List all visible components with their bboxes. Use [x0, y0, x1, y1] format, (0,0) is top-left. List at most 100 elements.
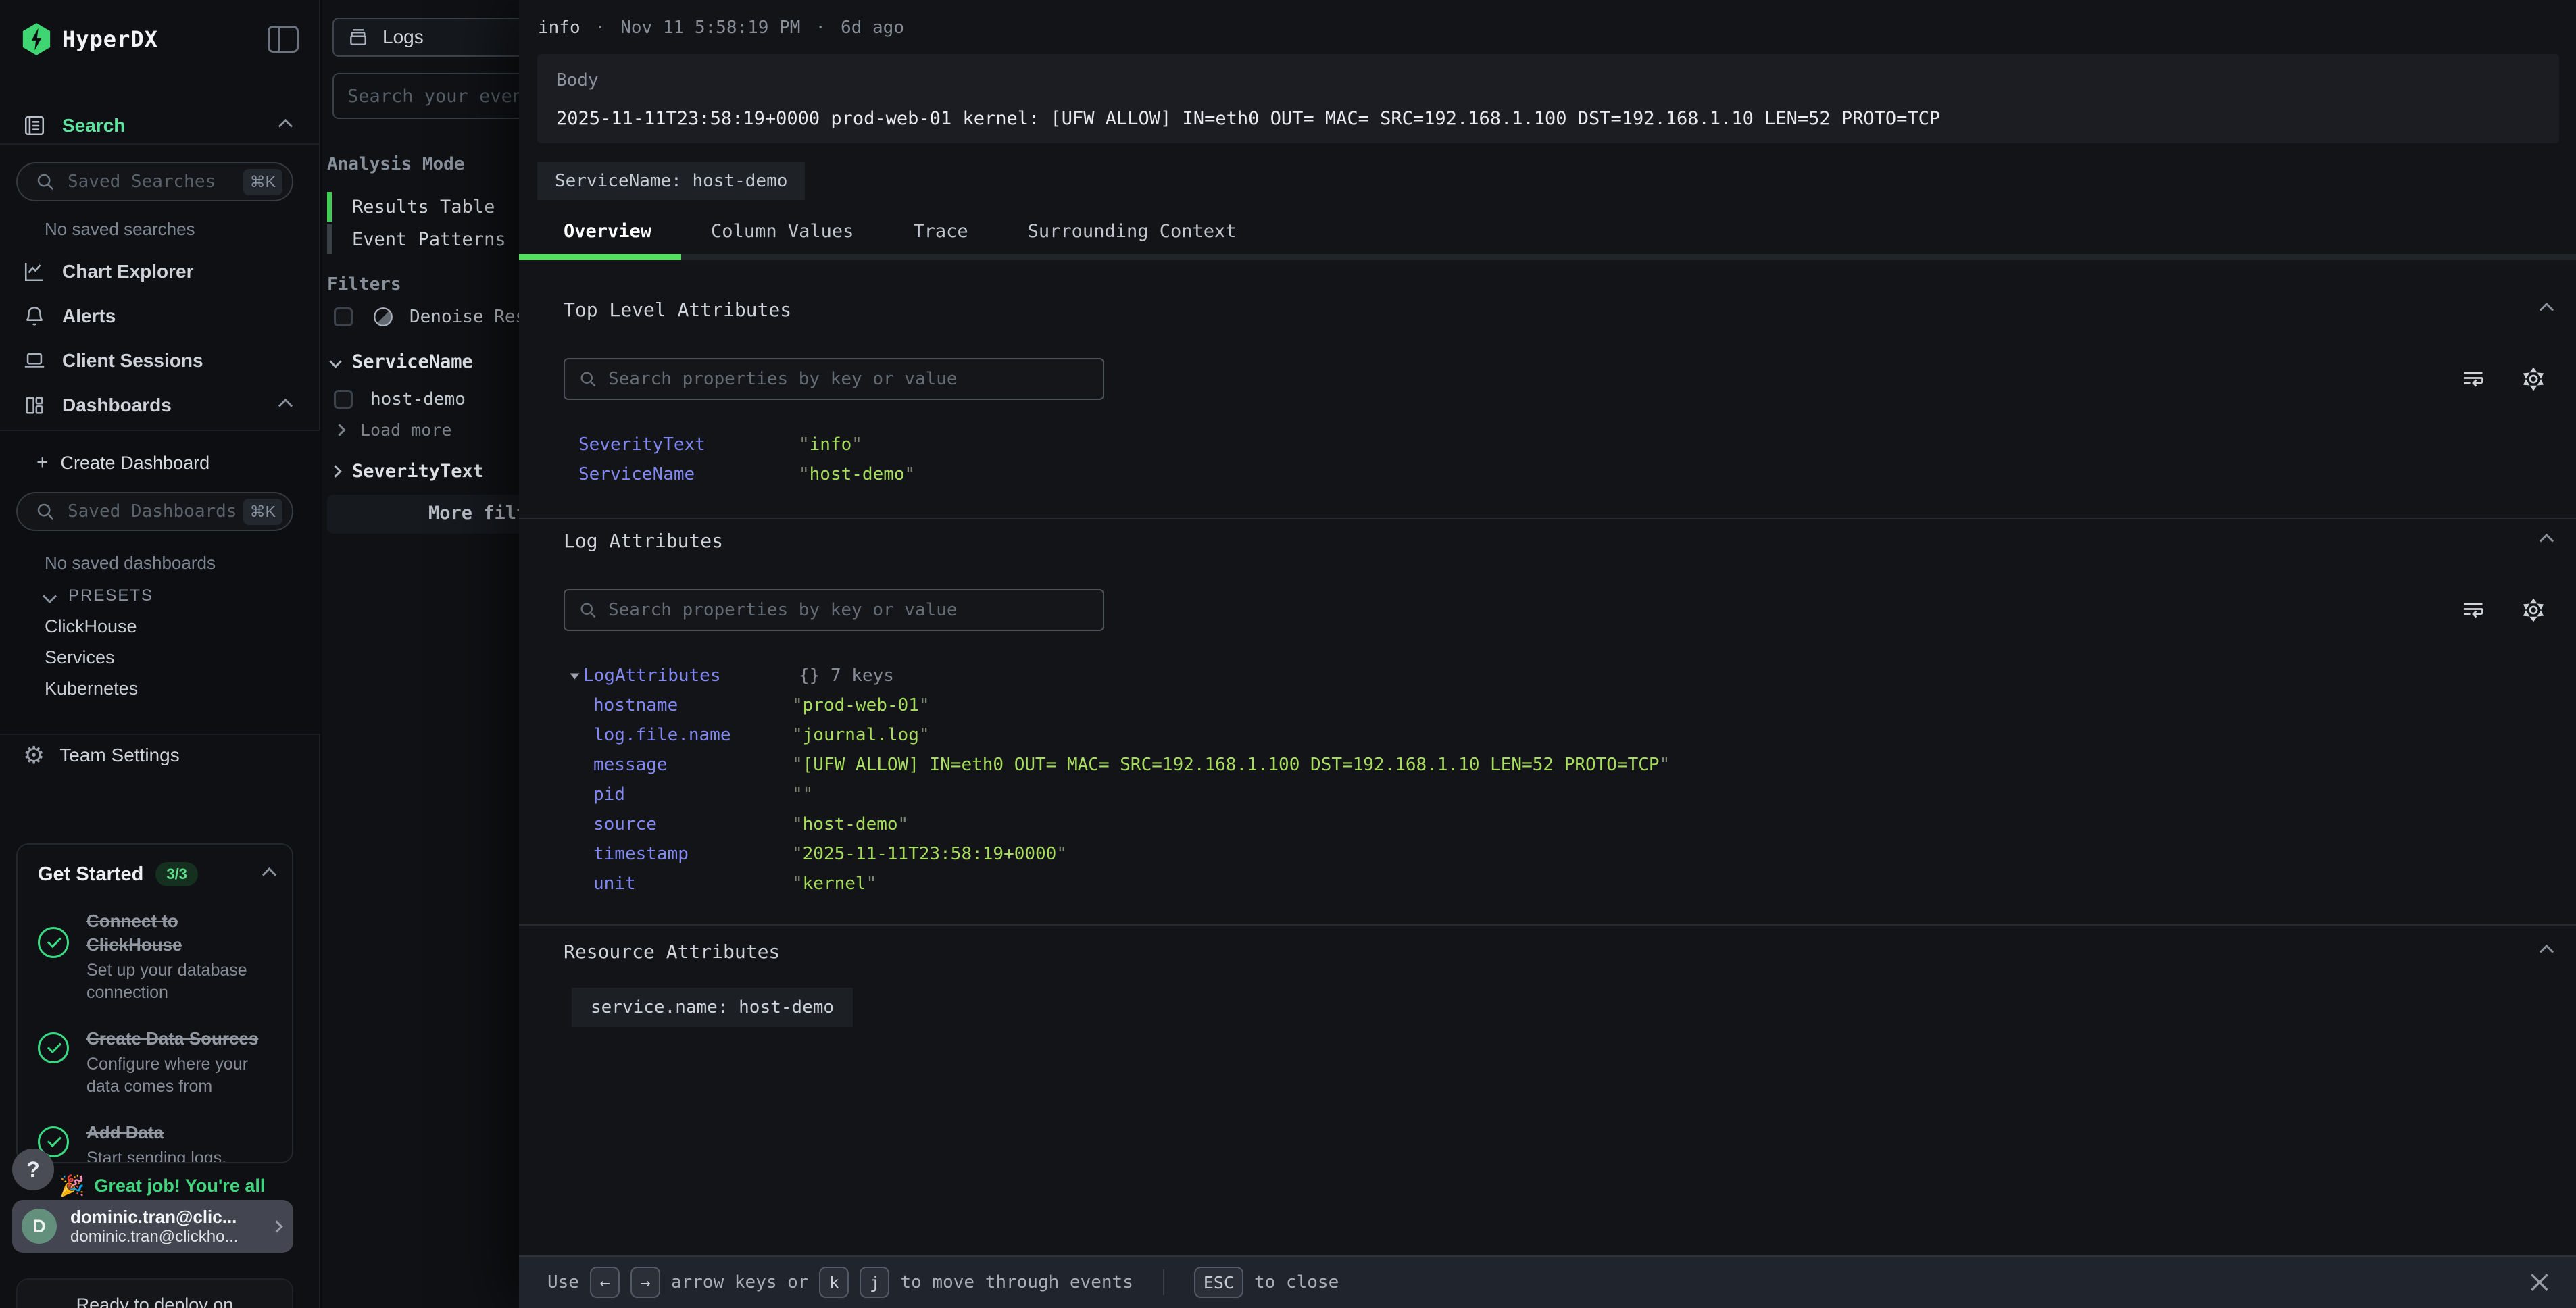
sidebar-item-alerts[interactable]: Alerts: [0, 297, 320, 335]
more-filters-button[interactable]: More filters: [327, 495, 519, 534]
chevron-right-icon: [270, 1220, 282, 1232]
saved-searches-placeholder: Saved Searches: [68, 172, 243, 192]
attribute-value[interactable]: 2025-11-11T23:58:19+0000: [792, 844, 1067, 864]
mode-event-patterns[interactable]: Event Patterns: [327, 223, 506, 255]
attribute-key[interactable]: timestamp: [572, 844, 792, 864]
team-settings-button[interactable]: ⚙ Team Settings: [23, 743, 180, 768]
saved-dashboards-placeholder: Saved Dashboards: [68, 501, 243, 522]
table-row: source host-demo: [572, 809, 2535, 839]
attribute-key[interactable]: SeverityText: [578, 434, 799, 455]
filters-panel: Logs Search your events Analysis Mode Re…: [322, 0, 519, 1308]
search-icon: [578, 370, 597, 388]
create-dashboard-button[interactable]: + Create Dashboard: [36, 451, 209, 474]
attribute-key[interactable]: ServiceName: [578, 464, 799, 484]
attribute-value[interactable]: host-demo: [792, 814, 908, 834]
get-started-item[interactable]: Connect to ClickHouse Set up your databa…: [38, 909, 274, 1004]
check-circle-icon: [38, 927, 69, 958]
chevron-up-icon[interactable]: [278, 398, 293, 412]
wrap-lines-icon[interactable]: [2461, 367, 2485, 391]
gear-icon[interactable]: [2521, 597, 2546, 623]
table-row: pid: [572, 780, 2535, 809]
service-name-tag[interactable]: ServiceName: host-demo: [537, 162, 805, 200]
caret-down-icon[interactable]: [570, 673, 580, 679]
saved-dashboards-input[interactable]: Saved Dashboards ⌘K: [16, 492, 293, 531]
property-search-input[interactable]: Search properties by key or value: [564, 358, 1104, 400]
gear-icon[interactable]: [2521, 366, 2546, 392]
load-more-row[interactable]: Load more: [335, 420, 451, 440]
property-search-input[interactable]: Search properties by key or value: [564, 589, 1104, 631]
shortcut-badge: ⌘K: [243, 169, 282, 195]
laptop-icon: [23, 349, 46, 372]
mode-label: Results Table: [352, 197, 495, 218]
separator: ·: [595, 18, 606, 38]
log-attributes-header: Log Attributes: [564, 530, 2552, 552]
preset-kubernetes[interactable]: Kubernetes: [45, 678, 138, 699]
saved-searches-input[interactable]: Saved Searches ⌘K: [16, 162, 293, 201]
mode-results-table[interactable]: Results Table: [327, 191, 495, 223]
event-timestamp: Nov 11 5:58:19 PM: [620, 18, 800, 38]
shortcut-badge: ⌘K: [243, 499, 282, 525]
deploy-banner[interactable]: Ready to deploy on: [16, 1278, 293, 1308]
get-started-item-title: Connect to ClickHouse: [86, 909, 274, 957]
source-selector-button[interactable]: Logs: [332, 18, 519, 57]
event-search-input[interactable]: Search your events: [332, 73, 519, 119]
sidebar-item-label: Dashboards: [62, 395, 172, 416]
close-icon[interactable]: [2526, 1269, 2553, 1296]
get-started-item[interactable]: Create Data Sources Configure where your…: [38, 1027, 274, 1098]
chevron-up-icon[interactable]: [278, 118, 293, 132]
sidebar-item-client-sessions[interactable]: Client Sessions: [0, 342, 320, 380]
hyperdx-logo-icon: [22, 23, 51, 55]
preset-clickhouse[interactable]: ClickHouse: [45, 616, 137, 637]
attribute-value[interactable]: prod-web-01: [792, 695, 930, 715]
attribute-key[interactable]: source: [572, 814, 792, 834]
attribute-key[interactable]: message: [572, 755, 792, 775]
attribute-key[interactable]: unit: [572, 874, 792, 894]
attribute-value[interactable]: host-demo: [799, 464, 915, 484]
tree-root-key[interactable]: LogAttributes: [572, 665, 799, 686]
event-search-placeholder: Search your events: [347, 86, 519, 107]
collapse-section-icon[interactable]: [2540, 303, 2554, 317]
tab-column-values[interactable]: Column Values: [681, 208, 883, 254]
sidebar-item-chart-explorer[interactable]: Chart Explorer: [0, 253, 320, 291]
get-started-item[interactable]: Add Data Start sending logs, metrics, or…: [38, 1121, 274, 1163]
log-attributes-table: LogAttributes {} 7 keys hostname prod-we…: [572, 661, 2535, 899]
table-row: unit kernel: [572, 869, 2535, 899]
chevron-up-icon[interactable]: [262, 867, 276, 881]
attribute-key[interactable]: pid: [572, 784, 792, 805]
tab-trace[interactable]: Trace: [883, 208, 997, 254]
chart-icon: [23, 260, 46, 283]
attribute-value[interactable]: kernel: [792, 874, 876, 894]
service-name-group[interactable]: ServiceName: [331, 351, 473, 372]
host-demo-checkbox[interactable]: [334, 390, 353, 409]
presets-toggle[interactable]: PRESETS: [45, 586, 153, 605]
attribute-key[interactable]: log.file.name: [572, 725, 792, 745]
tab-overview[interactable]: Overview: [519, 208, 681, 254]
sidebar-item-search[interactable]: Search: [0, 107, 320, 145]
top-level-attributes-table: SeverityText info ServiceName host-demo: [578, 430, 2535, 489]
logs-source-icon: [347, 26, 369, 48]
chevron-right-icon: [329, 465, 341, 477]
tree-root-meta: {} 7 keys: [799, 665, 894, 686]
help-button[interactable]: ?: [12, 1149, 54, 1190]
table-row: ServiceName host-demo: [578, 459, 2535, 489]
user-menu[interactable]: D dominic.tran@clic... dominic.tran@clic…: [12, 1200, 293, 1253]
attribute-value[interactable]: info: [799, 434, 862, 455]
sidebar-collapse-icon[interactable]: [268, 26, 299, 53]
tab-surrounding-context[interactable]: Surrounding Context: [998, 208, 1266, 254]
attribute-value[interactable]: journal.log: [792, 725, 930, 745]
collapse-section-icon[interactable]: [2540, 534, 2554, 548]
preset-services[interactable]: Services: [45, 647, 115, 668]
sidebar-item-dashboards[interactable]: Dashboards: [0, 386, 320, 424]
attribute-value[interactable]: [792, 784, 813, 805]
resource-attribute-tag[interactable]: service.name: host-demo: [572, 988, 853, 1027]
chevron-down-icon: [43, 588, 57, 603]
wrap-lines-icon[interactable]: [2461, 598, 2485, 622]
denoise-checkbox[interactable]: [334, 307, 353, 326]
divider: [519, 518, 2576, 519]
attribute-value[interactable]: [UFW ALLOW] IN=eth0 OUT= MAC= SRC=192.16…: [792, 755, 1670, 775]
event-age: 6d ago: [841, 18, 904, 38]
search-icon: [35, 501, 55, 522]
severity-text-group[interactable]: SeverityText: [331, 461, 484, 482]
collapse-section-icon[interactable]: [2540, 945, 2554, 959]
attribute-key[interactable]: hostname: [572, 695, 792, 715]
